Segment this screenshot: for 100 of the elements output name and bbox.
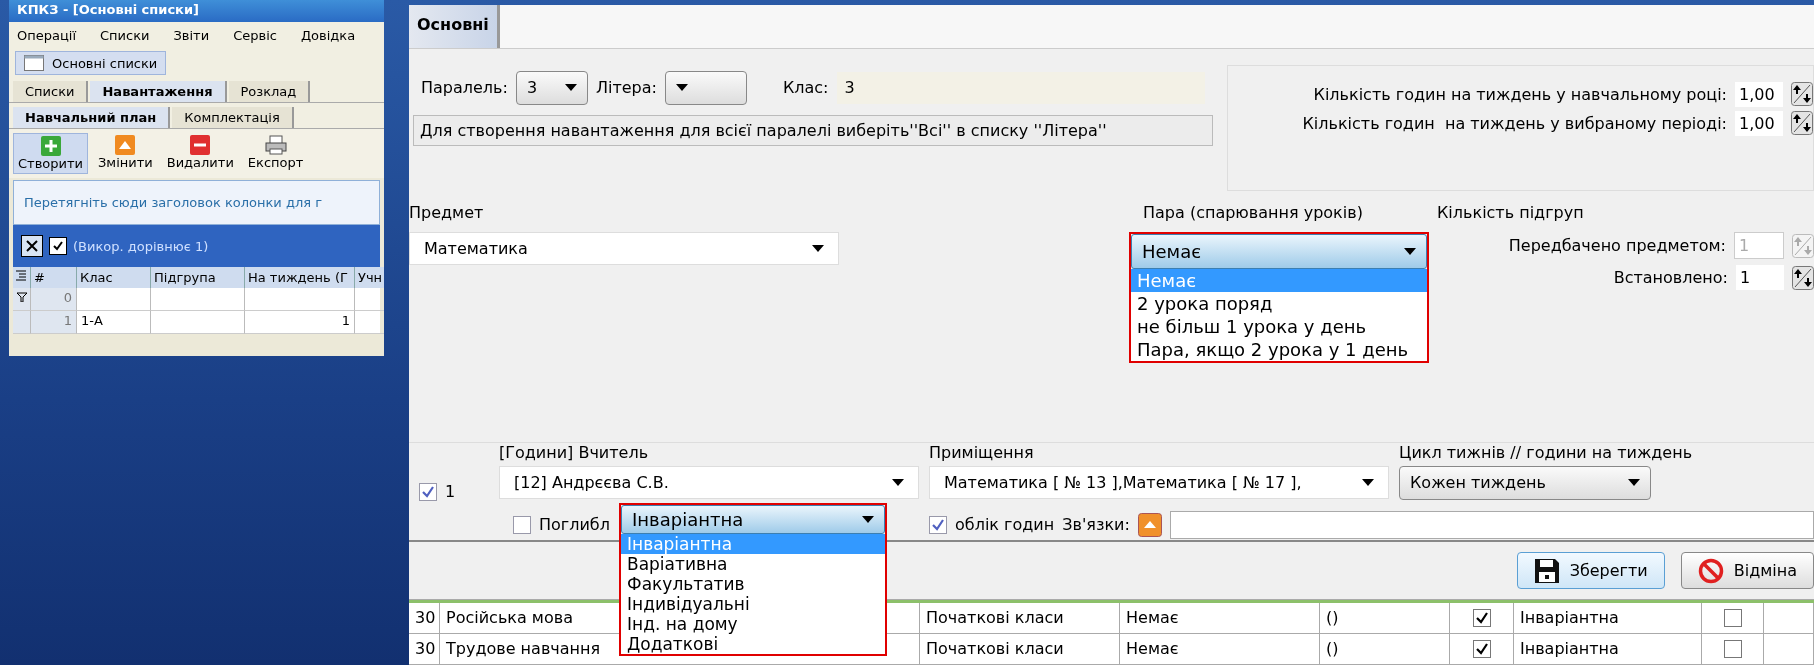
field-label: Кількість годин на тиждень у вибраному періоді:: [1302, 113, 1727, 133]
checkbox[interactable]: [419, 482, 437, 501]
class-field[interactable]: 3: [836, 71, 1205, 104]
dropdown-option[interactable]: Додаткові: [621, 633, 885, 654]
spin-arrows-icon[interactable]: [1791, 111, 1813, 136]
column-header[interactable]: Клас: [77, 267, 151, 288]
table-cell: (): [1320, 603, 1450, 634]
checkbox[interactable]: [1472, 640, 1491, 658]
row-number: 1: [445, 482, 456, 501]
checkbox[interactable]: [513, 515, 531, 534]
group-label: Приміщення: [929, 442, 1035, 462]
toolbar-button[interactable]: Видалити: [162, 133, 238, 174]
parallel-dropdown[interactable]: 3: [515, 70, 588, 105]
table-cell: (): [1320, 634, 1450, 665]
tab[interactable]: Списки: [13, 81, 89, 102]
toolbar-button[interactable]: Експорт: [243, 133, 308, 174]
spin-arrows-icon[interactable]: [1792, 265, 1814, 290]
table-cell: Початкові класи: [920, 603, 1120, 634]
dropdown-option[interactable]: Пара, якщо 2 урока у 1 день: [1131, 338, 1427, 361]
save-button[interactable]: Зберегти: [1516, 552, 1665, 589]
checkbox[interactable]: [49, 237, 67, 255]
filter-icon[interactable]: [17, 292, 27, 302]
table-cell: 1-А: [77, 311, 151, 334]
toolbar-button[interactable]: Змінити: [94, 133, 157, 174]
letter-dropdown[interactable]: [664, 70, 747, 105]
table-cell: 1: [245, 311, 355, 334]
column-header[interactable]: На тиждень (Г: [245, 267, 355, 288]
tab[interactable]: Комплектація: [172, 107, 294, 128]
window-tab[interactable]: Основні списки: [15, 51, 167, 75]
cancel-button[interactable]: Відміна: [1680, 552, 1814, 589]
tab[interactable]: Навантаження: [90, 81, 227, 102]
tab[interactable]: Основні: [409, 5, 500, 48]
table-cell: Немає: [1120, 603, 1320, 634]
field-label: Встановлено:: [1613, 268, 1728, 287]
group-label: Пара (спарювання уроків): [1142, 203, 1364, 222]
caret-icon: [1404, 248, 1416, 255]
table-cell: Немає: [1120, 634, 1320, 665]
checkbox-label: облік годин: [955, 515, 1055, 535]
checkbox-label: Поглибл: [539, 515, 610, 535]
minus-icon: [190, 135, 211, 155]
caret-icon: [862, 515, 874, 523]
column-chooser-icon[interactable]: [13, 267, 31, 288]
field-label: Зв'язки:: [1062, 515, 1130, 535]
caret-icon: [1362, 478, 1374, 486]
menu-item[interactable]: Списки: [100, 28, 150, 43]
cycle-dropdown[interactable]: Кожен тиждень: [1399, 465, 1651, 500]
caret-icon: [1628, 479, 1640, 487]
group-label: Цикл тижнів // години на тиждень: [1399, 442, 1694, 462]
field-label: Паралель:: [421, 78, 508, 98]
dropdown-option[interactable]: 2 урока поряд: [1131, 292, 1427, 315]
menu-item[interactable]: Операції: [17, 28, 77, 43]
no-entry-icon: [1697, 557, 1724, 584]
table-cell: 1: [31, 311, 77, 334]
room-dropdown[interactable]: Математика [ № 13 ],Математика [ № 17 ],: [929, 465, 1389, 499]
dropdown-option[interactable]: Варіативна: [621, 553, 885, 574]
subject-dropdown[interactable]: Математика: [409, 232, 839, 265]
field-label: Клас:: [782, 78, 829, 98]
number-field[interactable]: 1,00: [1735, 110, 1783, 136]
component-dropdown[interactable]: Інваріантна: [621, 504, 885, 534]
printer-icon: [264, 135, 287, 155]
menu-item[interactable]: Довідка: [300, 28, 356, 43]
tab[interactable]: Розклад: [228, 81, 311, 102]
filter-text: (Викор. дорівнює 1): [73, 238, 209, 254]
dropdown-option[interactable]: Інд. на дому: [621, 613, 885, 634]
column-header[interactable]: #: [31, 267, 77, 288]
dropdown-option[interactable]: Факультатив: [621, 573, 885, 594]
checkbox[interactable]: [1723, 640, 1742, 658]
close-icon[interactable]: [21, 235, 43, 257]
table-cell: 30: [409, 634, 440, 665]
field-label: Літера:: [595, 78, 657, 98]
table-cell: Інваріантна: [1514, 634, 1702, 665]
dropdown-option[interactable]: не більш 1 урока у день: [1131, 315, 1427, 338]
caret-icon: [675, 84, 688, 92]
checkbox[interactable]: [1472, 609, 1491, 627]
menu-item[interactable]: Сервіс: [233, 28, 277, 43]
window-title: КПКЗ - [Основні списки]: [9, 0, 384, 22]
toolbar-button[interactable]: Створити: [13, 133, 88, 174]
checkbox[interactable]: [1723, 609, 1742, 627]
window-icon: [24, 55, 44, 71]
caret-icon: [812, 245, 824, 252]
group-panel-hint: Перетягніть сюди заголовок колонки для г: [13, 180, 380, 225]
column-header[interactable]: Учн: [355, 267, 384, 288]
column-header[interactable]: Підгрупа: [151, 267, 245, 288]
dropdown-option[interactable]: Індивідуальні: [621, 593, 885, 614]
teacher-dropdown[interactable]: [12] Андрєєва С.В.: [499, 465, 919, 499]
links-field[interactable]: [1169, 510, 1814, 539]
checkbox[interactable]: [929, 515, 947, 534]
plus-icon: [40, 136, 61, 156]
table-cell: 0: [31, 288, 77, 311]
tab[interactable]: Навчальний план: [13, 107, 171, 128]
number-field[interactable]: 1: [1736, 265, 1784, 290]
caret-icon: [564, 84, 577, 92]
number-field[interactable]: 1,00: [1735, 81, 1783, 107]
group-label: Кількість підгруп: [1437, 203, 1585, 222]
field-label: Передбачено предметом:: [1508, 236, 1726, 255]
caret-icon: [892, 478, 904, 486]
menu-item[interactable]: Звіти: [173, 28, 210, 43]
pair-dropdown[interactable]: Немає: [1131, 234, 1427, 269]
check-icon: [52, 240, 64, 252]
spin-arrows-icon[interactable]: [1791, 82, 1813, 107]
